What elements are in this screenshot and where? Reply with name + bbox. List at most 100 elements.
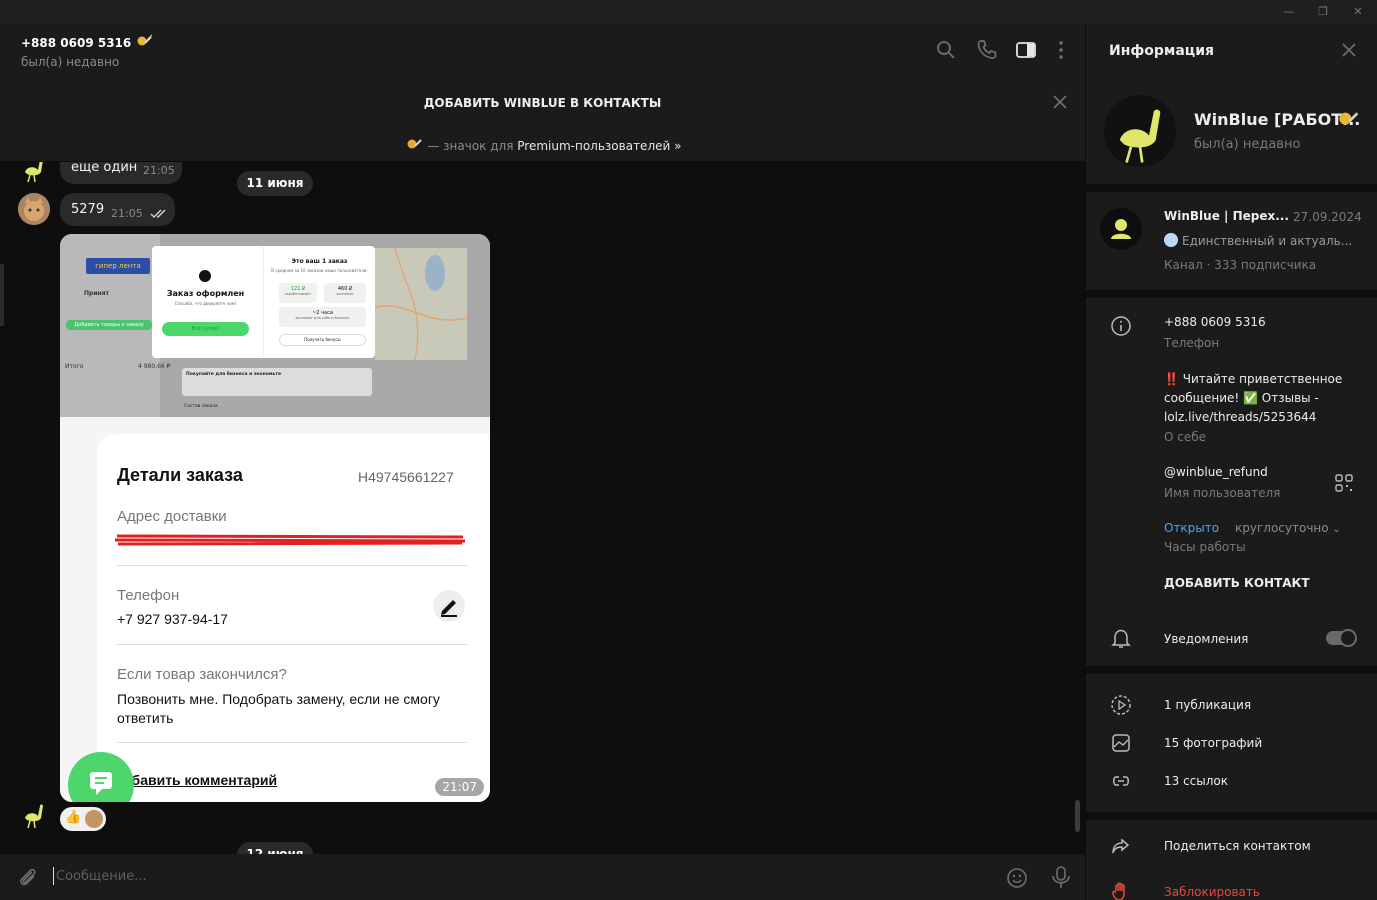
premium-link[interactable]: Premium-пользователей »	[517, 139, 681, 153]
phone-label: Телефон	[117, 587, 180, 604]
channel-preview: Единственный и актуаль...	[1164, 233, 1352, 248]
card-divider	[117, 644, 467, 645]
photos-count[interactable]: 15 фотографий	[1164, 736, 1262, 750]
avatar[interactable]	[18, 193, 50, 225]
microphone-icon[interactable]	[1050, 865, 1072, 889]
popup-subtitle: Спасибо, что доверяете нам!	[174, 301, 237, 306]
share-contact-button[interactable]: Поделиться контактом	[1164, 839, 1311, 853]
business-promo: Покупайте для бизнеса и экономьте	[182, 368, 372, 396]
premium-badge-icon	[137, 34, 153, 46]
channel-name: WinBlue | Перех...	[1164, 209, 1289, 223]
order-status: Принят	[84, 290, 109, 297]
reaction-badge[interactable]: 👍	[60, 807, 106, 831]
add-contact-button[interactable]: ДОБАВИТЬ КОНТАКТ	[1164, 576, 1310, 590]
user-silhouette-icon	[1111, 219, 1131, 239]
hours-label: Часы работы	[1164, 540, 1246, 554]
edit-phone-button	[433, 590, 465, 622]
chevron-down-icon: ⌄	[1332, 524, 1341, 535]
card-title: Детали заказа	[117, 465, 243, 485]
photo-message[interactable]: гипер лента Принят Добавить товары к зак…	[60, 234, 490, 802]
about-line-3: lolz.live/threads/5253644	[1164, 410, 1317, 424]
stat-save: 460 ₽ экономят	[324, 283, 366, 303]
message-scrollbar[interactable]	[1075, 800, 1080, 832]
notifications-toggle[interactable]	[1326, 629, 1357, 647]
order-contents: Состав заказа	[184, 404, 218, 409]
notifications-label: Уведомления	[1164, 632, 1249, 646]
banner-close-icon[interactable]	[1052, 94, 1068, 110]
links-count[interactable]: 13 ссылок	[1164, 774, 1228, 788]
more-menu-icon[interactable]	[1049, 38, 1073, 62]
stat-save-label: экономят	[336, 292, 354, 296]
channel-avatar	[1100, 208, 1142, 250]
add-goods-button: Добавить товары к заказу	[66, 320, 152, 330]
minimize-button[interactable]: —	[1280, 3, 1298, 21]
block-hand-icon	[1112, 882, 1125, 900]
premium-note-text: — значок для	[427, 139, 514, 153]
order-count: Это ваш 1 заказ	[291, 258, 348, 265]
message-input[interactable]: Сообщение...	[56, 869, 147, 884]
order-avg: В среднем за 10 заказов наши пользовател…	[271, 268, 368, 273]
text-caret	[53, 867, 54, 885]
map	[374, 247, 468, 361]
avatar[interactable]	[18, 798, 50, 830]
link-icon	[1113, 776, 1129, 786]
ostrich-avatar-icon	[25, 804, 43, 829]
message-text: 5279	[71, 202, 105, 217]
posts-icon	[1111, 695, 1131, 715]
card-divider	[117, 742, 467, 743]
total-sum: 4 980,66 ₽	[138, 363, 171, 370]
popup-title: Заказ оформлен	[166, 289, 245, 298]
message-text: еще один	[71, 162, 138, 175]
about-line-1: ‼️ Читайте приветственное	[1164, 372, 1343, 386]
chat-bubble-icon	[90, 772, 112, 795]
search-icon[interactable]	[934, 38, 958, 62]
add-comment-link: обавить комментарий	[123, 772, 278, 788]
info-close-icon[interactable]	[1340, 41, 1358, 59]
linked-channel[interactable]: WinBlue | Перех... 27.09.2024 Единственн…	[1086, 192, 1377, 290]
section-separator	[1086, 812, 1377, 820]
order-popup: Заказ оформлен Спасибо, что доверяете на…	[152, 246, 375, 358]
out-of-stock-value: Позвонить мне. Подобрать замену, если не…	[117, 691, 440, 726]
share-icon	[1112, 838, 1130, 854]
order-number: H49745661227	[358, 469, 454, 485]
ostrich-avatar-icon	[1119, 109, 1161, 163]
attach-icon[interactable]	[17, 866, 39, 888]
chat-header: +888 0609 5316 был(а) недавно	[0, 24, 1085, 80]
message-bubble[interactable]: еще один 21:05	[60, 162, 182, 184]
channel-preview-text: Единственный и актуаль...	[1182, 234, 1353, 248]
sidebar-toggle-icon[interactable]	[1014, 38, 1038, 62]
block-button[interactable]: Заблокировать	[1164, 885, 1260, 899]
bonus-button: Получать бонусы	[279, 334, 366, 346]
emoji-icon[interactable]	[1005, 866, 1029, 890]
username[interactable]: @winblue_refund	[1164, 465, 1268, 479]
info-icon	[1111, 316, 1131, 336]
add-contact-link[interactable]: ДОБАВИТЬ WINBLUE В КОНТАКТЫ	[0, 96, 1085, 110]
hours-open: Открыто	[1164, 521, 1220, 535]
chat-title[interactable]: +888 0609 5316	[21, 34, 153, 50]
phone-call-icon[interactable]	[975, 38, 999, 62]
about-label: О себе	[1164, 430, 1207, 444]
window-titlebar: — ❐ ✕	[0, 0, 1377, 24]
hours-value: круглосуточно	[1235, 521, 1329, 535]
about-text[interactable]: ‼️ Читайте приветственное сообщение! ✅ О…	[1164, 370, 1364, 427]
phone-number[interactable]: +888 0609 5316	[1164, 315, 1266, 329]
about-line-2: сообщение! ✅ Отзывы -	[1164, 391, 1319, 405]
card-divider	[117, 565, 467, 566]
window-close-button[interactable]: ✕	[1349, 3, 1367, 21]
qr-code-icon[interactable]	[1334, 473, 1354, 493]
map-roads-icon	[374, 247, 468, 361]
phone-label: Телефон	[1164, 336, 1220, 350]
thumbs-up-icon: 👍	[65, 810, 82, 825]
read-checkmarks-icon	[150, 209, 166, 218]
hours-dropdown[interactable]: круглосуточно ⌄	[1235, 521, 1341, 535]
stat-time: ~2 часа экономят для себя и близких	[279, 307, 366, 327]
avatar[interactable]	[18, 162, 50, 184]
stat-earn-label: зарабатывают	[284, 292, 312, 296]
message-bubble[interactable]: 5279 21:05	[60, 193, 175, 226]
posts-count[interactable]: 1 публикация	[1164, 698, 1251, 712]
reaction-user-avatar	[85, 810, 103, 828]
restore-button[interactable]: ❐	[1314, 3, 1332, 21]
left-scroll-indicator	[0, 264, 4, 326]
profile-avatar[interactable]	[1104, 95, 1176, 167]
chat-support-button	[68, 752, 134, 802]
